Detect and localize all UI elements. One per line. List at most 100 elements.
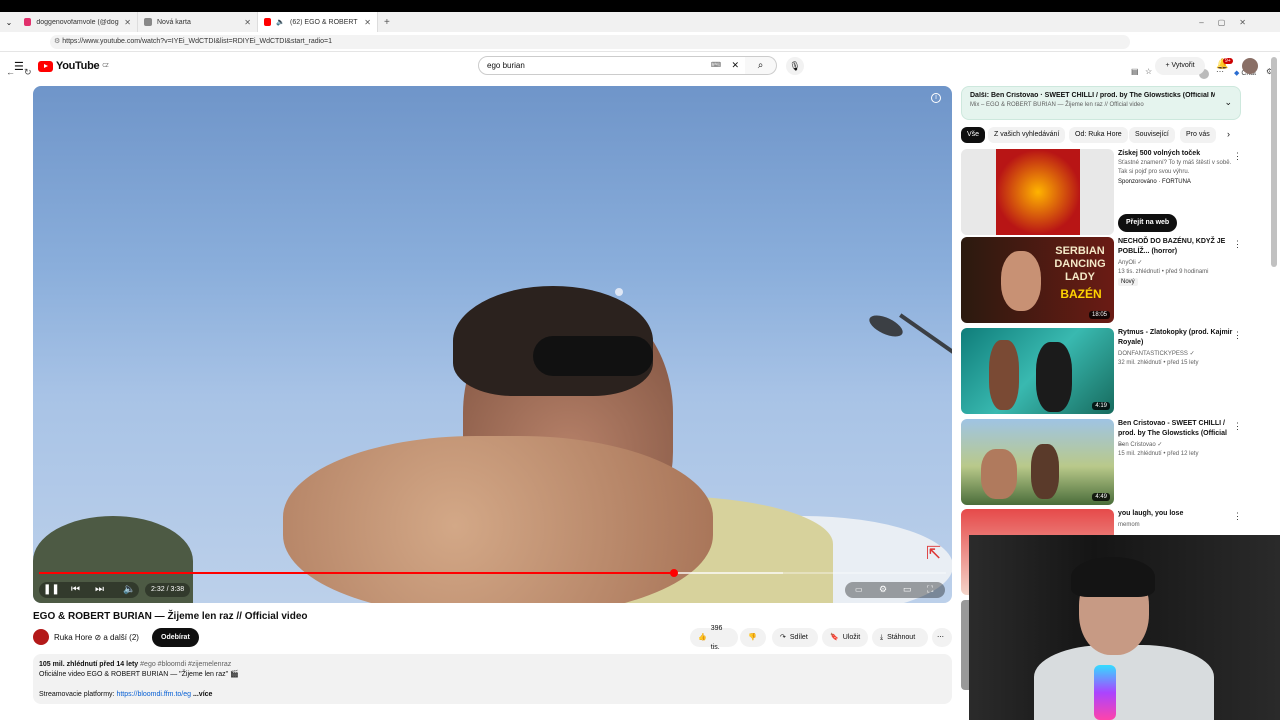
more-vert-icon[interactable]: ⋮: [1233, 330, 1242, 341]
window-top-edge: [0, 0, 1280, 12]
search-icon: ⌕: [757, 60, 764, 71]
info-icon[interactable]: i: [931, 93, 941, 103]
playlist-next-box[interactable]: Další: Ben Cristovao · SWEET CHILLI / pr…: [961, 86, 1241, 120]
settings-gear-icon[interactable]: ⚙: [879, 584, 887, 595]
close-tab-icon[interactable]: ✕: [364, 18, 371, 27]
volume-icon[interactable]: 🔈: [123, 584, 135, 595]
webcam-person-body: [1034, 645, 1214, 720]
duration-badge: 4:19: [1092, 402, 1110, 410]
expand-chevron-icon[interactable]: ⌄: [1224, 97, 1232, 108]
logo-text: YouTube: [56, 60, 100, 72]
hashtags[interactable]: #ego #bloomdi #zijemelenraz: [140, 661, 231, 668]
chip-for-you[interactable]: Pro vás: [1180, 127, 1216, 143]
page-icon: [144, 18, 152, 26]
url-field[interactable]: ⚙ https://www.youtube.com/watch?v=IYEi_W…: [50, 35, 1130, 49]
thumb-caption-2: BAZÉN: [1060, 287, 1102, 301]
platforms-label: Streamovacie platformy:: [39, 691, 115, 698]
page-scrollbar[interactable]: [1271, 57, 1277, 267]
list-item[interactable]: SERBIAN DANCING LADY BAZÉN 18:05 NECHOĎ …: [961, 237, 1251, 323]
notification-badge: 9+: [1223, 58, 1233, 64]
fullscreen-icon[interactable]: ⛶: [927, 584, 933, 595]
chips-next-chevron-icon[interactable]: ›: [1227, 129, 1230, 139]
share-button[interactable]: ↷ Sdílet: [772, 628, 818, 647]
more-actions-button[interactable]: ⋯: [932, 628, 952, 647]
description-stats-line: 105 mil. zhlédnutí před 14 lety #ego #bl…: [39, 660, 946, 670]
thumb-caption: SERBIAN DANCING LADY: [1054, 245, 1106, 283]
tab-instagram[interactable]: doggenovofamvole (@doggaxl_fl... ✕: [18, 12, 138, 32]
video-thumbnail[interactable]: 4:49: [961, 419, 1114, 505]
duration-badge: 18:05: [1088, 311, 1110, 319]
visit-site-button[interactable]: Přejít na web: [1118, 214, 1178, 232]
more-vert-icon[interactable]: ⋮: [1233, 239, 1242, 250]
watermark-arrow-icon: ⇱: [926, 543, 942, 563]
create-button[interactable]: + Vytvořit: [1155, 57, 1205, 75]
rec-thumbnail-partial: [961, 600, 969, 690]
more-vert-icon[interactable]: ⋮: [1233, 511, 1242, 522]
platforms-link[interactable]: https://bloomdi.ffm.to/eg: [116, 691, 191, 698]
youtube-logo[interactable]: YouTube CZ: [38, 60, 109, 72]
rec-channel[interactable]: DONFANTASTICKYPESS ✓: [1118, 350, 1233, 359]
menu-icon[interactable]: ☰: [14, 60, 24, 73]
previous-icon[interactable]: ⏮: [71, 584, 80, 595]
tab-youtube[interactable]: 🔈 (62) EGO & ROBERT BURIAN ... ✕: [258, 12, 378, 32]
pause-icon[interactable]: ❚❚: [43, 584, 60, 595]
channel-avatar[interactable]: [33, 629, 49, 645]
avatar[interactable]: [1242, 58, 1258, 74]
list-item[interactable]: 4:19 Rytmus - Zlatokopky (prod. Kajmir R…: [961, 328, 1251, 414]
tab-new[interactable]: Nová karta ✕: [138, 12, 258, 32]
instagram-icon: [24, 18, 32, 26]
search-input[interactable]: ego burian ⌨ ✕: [478, 56, 746, 75]
like-button[interactable]: 👍 396 tis.: [690, 625, 738, 651]
channel-name[interactable]: Ruka Hore ⊘ a další (2): [54, 633, 139, 642]
download-button[interactable]: ⤓ Stáhnout: [872, 628, 928, 647]
chip-from-searches[interactable]: Z vašich vyhledávání: [988, 127, 1066, 143]
chip-all[interactable]: Vše: [961, 127, 986, 143]
list-item[interactable]: 4:49 Ben Cristovao - SWEET CHILLI / prod…: [961, 419, 1251, 505]
save-label: Uložit: [842, 634, 861, 641]
subscribe-button[interactable]: Odebírat: [152, 628, 199, 647]
speaker-icon[interactable]: 🔈: [276, 18, 285, 26]
voice-search-button[interactable]: 🎙: [786, 57, 804, 75]
youtube-play-icon: [38, 60, 53, 72]
tab-list-chevron-icon[interactable]: ⌄: [0, 18, 18, 27]
more-vert-icon[interactable]: ⋮: [1233, 151, 1242, 162]
ad-thumbnail[interactable]: [961, 149, 1114, 235]
description-box[interactable]: 105 mil. zhlédnutí před 14 lety #ego #bl…: [33, 654, 952, 704]
rec-channel[interactable]: memom: [1118, 521, 1233, 530]
close-tab-icon[interactable]: ✕: [244, 18, 251, 27]
thumb-face: [1001, 251, 1041, 311]
show-more-link[interactable]: ...více: [193, 691, 212, 698]
thumb-person-2: [1036, 342, 1072, 412]
video-thumbnail[interactable]: 4:19: [961, 328, 1114, 414]
rec-channel[interactable]: AnyOli ✓: [1118, 259, 1233, 268]
progress-scrubber[interactable]: [669, 569, 678, 577]
progress-played: [39, 572, 674, 574]
theater-mode-icon[interactable]: ▭: [903, 584, 912, 595]
chip-related[interactable]: Související: [1129, 127, 1175, 143]
more-vert-icon[interactable]: ⋮: [1233, 421, 1242, 432]
video-thumbnail[interactable]: SERBIAN DANCING LADY BAZÉN 18:05: [961, 237, 1114, 323]
site-info-icon[interactable]: ⚙: [54, 38, 62, 45]
search-button[interactable]: ⌕: [745, 56, 777, 75]
next-title: Další: Ben Cristovao · SWEET CHILLI / pr…: [970, 92, 1215, 99]
new-tab-plus-icon[interactable]: +: [384, 17, 390, 28]
share-label: Sdílet: [789, 634, 808, 641]
description-line-1: Oficiálne video EGO & ROBERT BURIAN — "Ž…: [39, 671, 239, 678]
save-button[interactable]: 🔖 Uložit: [822, 628, 868, 647]
rec-channel[interactable]: Ben Cristovao ✓: [1118, 441, 1233, 450]
clear-search-icon[interactable]: ✕: [731, 57, 739, 74]
dislike-button[interactable]: 👎: [740, 628, 766, 647]
video-player[interactable]: i ⇱ ❚❚ ⏮ ⏭ 🔈 2:32 / 3:38 ▭ ⚙ ▭ ⛶: [33, 86, 952, 603]
chip-from-channel[interactable]: Od: Ruka Hore: [1069, 127, 1128, 143]
rec-title: NECHOĎ DO BAZÉNU, KDYŽ JE POBLÍŽ... (hor…: [1118, 238, 1226, 255]
keyboard-icon[interactable]: ⌨: [711, 57, 721, 74]
share-icon: ↷: [780, 634, 786, 641]
list-item[interactable]: Získej 500 volných toček Šťastné znamení…: [961, 149, 1251, 235]
subtitles-icon[interactable]: ▭: [855, 585, 863, 594]
next-icon[interactable]: ⏭: [95, 584, 104, 595]
bookmark-icon: 🔖: [830, 634, 839, 641]
window-controls[interactable]: –▢✕: [1199, 18, 1260, 27]
download-icon: ⤓: [880, 634, 884, 641]
close-tab-icon[interactable]: ✕: [124, 18, 131, 27]
